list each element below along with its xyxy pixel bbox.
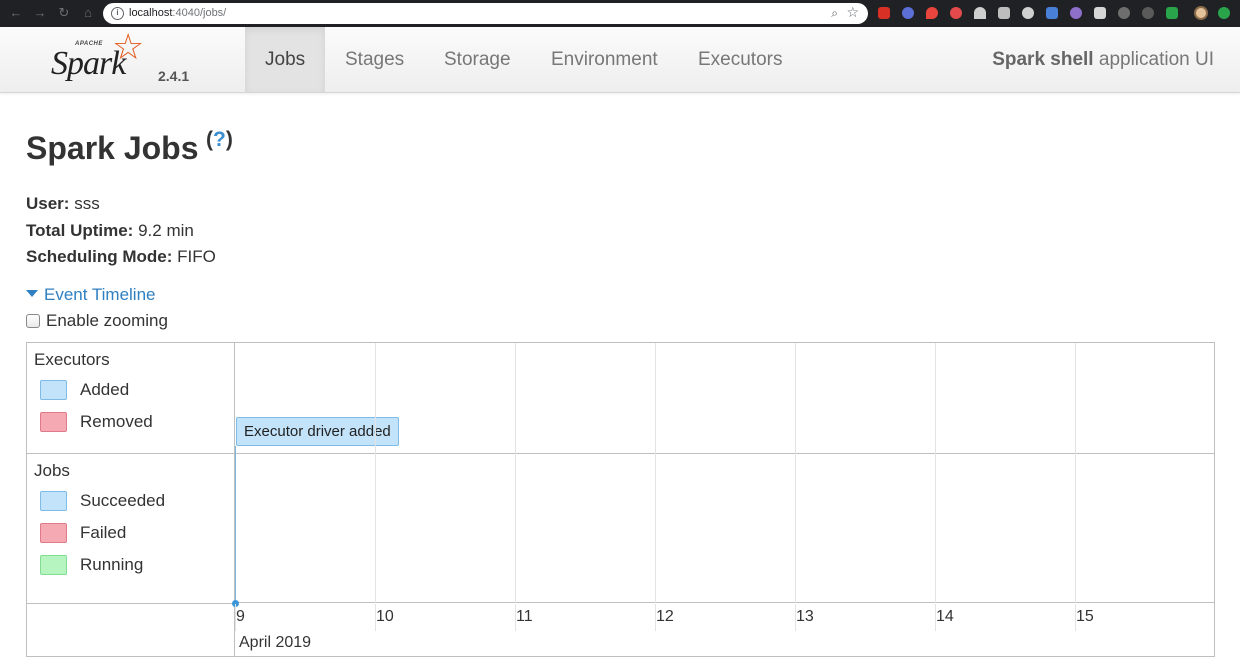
extension-icon[interactable] xyxy=(1142,7,1154,19)
tab-stages[interactable]: Stages xyxy=(325,27,424,92)
event-marker-line xyxy=(235,446,236,603)
legend-swatch-failed xyxy=(40,523,67,543)
bookmark-star-icon[interactable]: ☆ xyxy=(846,4,859,21)
executors-title: Executors xyxy=(34,350,110,369)
extension-icon[interactable] xyxy=(1118,7,1130,19)
legend-swatch-added xyxy=(40,380,67,400)
day-gridline xyxy=(1075,343,1076,603)
extension-icon[interactable] xyxy=(1070,7,1082,19)
help-tooltip[interactable]: (?) xyxy=(206,128,233,152)
enable-zooming-checkbox[interactable] xyxy=(26,314,40,328)
profile-avatar[interactable] xyxy=(1194,6,1208,20)
extension-icon[interactable] xyxy=(902,7,914,19)
enable-zooming-label: Enable zooming xyxy=(46,311,168,330)
tab-executors[interactable]: Executors xyxy=(678,27,802,92)
reload-icon[interactable]: ↻ xyxy=(56,5,72,21)
back-icon[interactable]: ← xyxy=(8,5,24,21)
page-title: Spark Jobs xyxy=(26,130,199,166)
legend-swatch-removed xyxy=(40,412,67,432)
day-gridline xyxy=(935,343,936,603)
axis-day-label: 9 xyxy=(236,608,245,625)
address-bar[interactable]: i localhost:4040/jobs/ ⌕ ☆ xyxy=(103,3,868,24)
event-timeline[interactable]: Executors Added Removed Jobs Succeeded F… xyxy=(26,342,1215,657)
spark-navbar: ☆ APACHE Spark 2.4.1 Jobs Stages Storage… xyxy=(0,27,1240,93)
executors-group: Executors Added Removed xyxy=(27,343,235,454)
axis-day-label: 12 xyxy=(656,608,674,625)
tab-storage[interactable]: Storage xyxy=(424,27,531,92)
extension-icon[interactable] xyxy=(1218,7,1230,19)
enable-zooming-row[interactable]: Enable zooming xyxy=(26,311,168,331)
extension-icon[interactable] xyxy=(1046,7,1058,19)
jobs-group: Jobs Succeeded Failed Running xyxy=(27,454,235,604)
day-gridline xyxy=(655,343,656,603)
extension-icon[interactable] xyxy=(998,7,1010,19)
extension-icon[interactable] xyxy=(974,7,986,19)
home-icon[interactable]: ⌂ xyxy=(80,5,96,21)
spark-version: 2.4.1 xyxy=(158,68,190,84)
url-text[interactable]: localhost:4040/jobs/ xyxy=(129,6,226,21)
brand-name: Spark xyxy=(51,45,126,82)
extension-icon[interactable] xyxy=(1094,7,1106,19)
jobs-title: Jobs xyxy=(34,461,70,480)
caret-down-icon xyxy=(26,290,38,297)
legend-swatch-running xyxy=(40,555,67,575)
timeline-legend: Executors Added Removed Jobs Succeeded F… xyxy=(27,343,235,656)
axis-day-label: 11 xyxy=(516,608,533,625)
tab-jobs[interactable]: Jobs xyxy=(245,27,326,92)
extension-icon[interactable] xyxy=(878,7,890,19)
forward-icon[interactable]: → xyxy=(32,5,48,21)
browser-toolbar: ← → ↻ ⌂ i localhost:4040/jobs/ ⌕ ☆ xyxy=(0,0,1240,27)
axis-divider xyxy=(235,602,1214,603)
legend-swatch-succeeded xyxy=(40,491,67,511)
event-timeline-toggle[interactable]: Event Timeline xyxy=(26,285,156,305)
uptime-info: Total Uptime: 9.2 min xyxy=(26,221,194,240)
extension-icon[interactable] xyxy=(1022,7,1034,19)
axis-day-label: 14 xyxy=(936,608,954,625)
group-divider xyxy=(235,453,1214,454)
extension-icon[interactable] xyxy=(1166,7,1178,19)
user-info: User: sss xyxy=(26,194,100,213)
day-gridline xyxy=(795,343,796,603)
day-gridline xyxy=(515,343,516,603)
axis-month-label: April 2019 xyxy=(239,634,312,651)
extension-icon[interactable] xyxy=(926,7,938,19)
site-info-icon[interactable]: i xyxy=(111,7,124,20)
zoom-icon[interactable]: ⌕ xyxy=(831,6,838,21)
axis-day-label: 15 xyxy=(1076,608,1094,625)
app-name: Spark shell application UI xyxy=(992,49,1214,70)
day-gridline xyxy=(375,343,376,603)
spark-logo[interactable]: ☆ APACHE Spark 2.4.1 xyxy=(48,29,198,89)
extension-icon[interactable] xyxy=(950,7,962,19)
scheduling-info: Scheduling Mode: FIFO xyxy=(26,247,216,266)
axis-day-label: 10 xyxy=(376,608,394,625)
tab-environment[interactable]: Environment xyxy=(531,27,678,92)
timeline-grid[interactable]: Executor driver added April 2019 9 10 11 12… xyxy=(232,343,1214,656)
axis-day-label: 13 xyxy=(796,608,814,625)
